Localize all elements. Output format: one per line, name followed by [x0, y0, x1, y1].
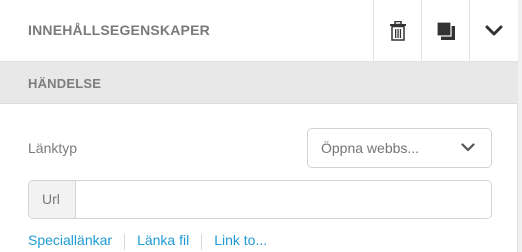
properties-panel: INNEHÅLLSEGENSKAPER HÄNDELSE Länktyp Öpp… [0, 0, 518, 252]
link-options: Speciallänkar Länka fil Link to... [28, 232, 267, 252]
panel-header: INNEHÅLLSEGENSKAPER [0, 0, 518, 62]
panel-title: INNEHÅLLSEGENSKAPER [28, 22, 210, 38]
link-type-selected-value: Öppna webbs... [321, 140, 420, 156]
link-type-label: Länktyp [28, 140, 78, 156]
link-separator [201, 234, 203, 250]
url-addon: Url [29, 181, 76, 218]
chevron-down-icon [461, 143, 475, 152]
delete-button[interactable] [373, 0, 421, 61]
link-to-link[interactable]: Link to... [214, 232, 267, 248]
section-title: HÄNDELSE [28, 76, 102, 91]
trash-icon [389, 20, 406, 41]
link-type-select[interactable]: Öppna webbs... [307, 128, 492, 168]
chevron-down-icon [485, 25, 503, 35]
duplicate-button[interactable] [421, 0, 469, 61]
collapse-button[interactable] [469, 0, 518, 61]
url-field-group: Url [28, 180, 492, 219]
url-addon-label: Url [42, 191, 60, 207]
copy-icon [436, 21, 455, 40]
link-separator [124, 234, 126, 250]
url-input[interactable] [77, 181, 491, 218]
link-file-link[interactable]: Länka fil [137, 232, 189, 248]
special-links-link[interactable]: Speciallänkar [28, 232, 112, 248]
section-header-event[interactable]: HÄNDELSE [0, 62, 518, 104]
